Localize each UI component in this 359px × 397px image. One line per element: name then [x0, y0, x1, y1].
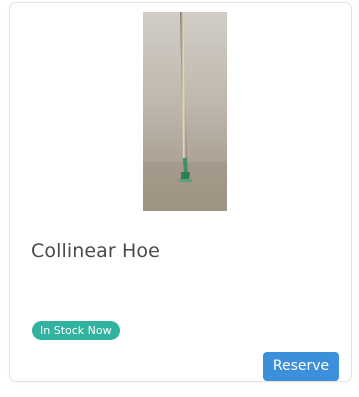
reserve-button[interactable]: Reserve: [263, 352, 339, 381]
product-title: Collinear Hoe: [31, 240, 160, 262]
hoe-image-drawing: [143, 12, 227, 211]
product-card: Collinear Hoe In Stock Now Reserve: [9, 2, 352, 382]
stock-status-badge: In Stock Now: [32, 321, 120, 340]
hoe-product-image: [143, 12, 227, 211]
